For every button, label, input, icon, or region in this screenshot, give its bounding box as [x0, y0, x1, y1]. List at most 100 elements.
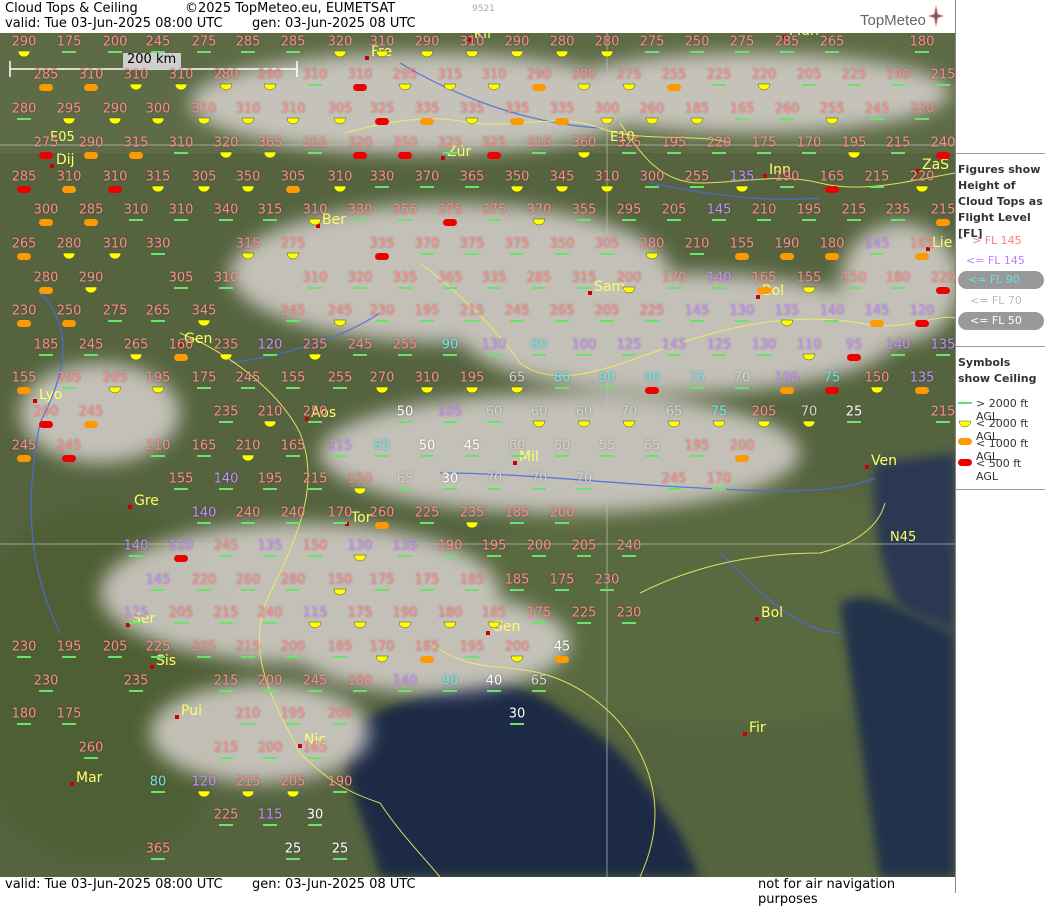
ceiling-symbol: [129, 690, 143, 692]
cloud-top-value: 245: [78, 404, 104, 420]
ceiling-symbol: [129, 219, 143, 221]
footer-valid-time: valid: Tue 03-Jun-2025 08:00 UTC: [5, 877, 223, 892]
cloud-top-value: 310: [213, 270, 239, 286]
cloud-top-value: 200: [526, 538, 552, 554]
legend-tops-item: <= FL 145: [966, 254, 1025, 267]
cloud-top-value: 290: [78, 270, 104, 286]
ceiling-symbol: [802, 420, 816, 428]
cloud-top-value: 235: [885, 202, 911, 218]
legend-tops-item: <= FL 50: [970, 314, 1022, 327]
ceiling-symbol: [174, 622, 188, 624]
cloud-top-value: 130: [481, 337, 507, 353]
ceiling-symbol: [915, 118, 929, 120]
cloud-top-value: 170: [661, 270, 687, 286]
ceiling-symbol: [667, 488, 681, 490]
legend-tops-title: Figures show Height of Cloud Tops as Fli…: [958, 163, 1043, 240]
cloud-top-value: 310: [302, 202, 328, 218]
legend-panel: Figures show Height of Cloud Tops as Fli…: [955, 0, 1045, 893]
cloud-top-value: 215: [930, 67, 955, 83]
cloud-top-value: 185: [504, 505, 530, 521]
cloud-top-value: 190: [774, 169, 800, 185]
cloud-top-value: 165: [909, 236, 935, 252]
cloud-top-value: 240: [616, 538, 642, 554]
cloud-top-value: 180: [347, 673, 373, 689]
ceiling-symbol: [735, 51, 749, 53]
city-label: Mar: [76, 770, 103, 786]
ceiling-symbol: [577, 420, 591, 428]
cloud-top-value: 370: [414, 169, 440, 185]
ceiling-symbol: [712, 219, 726, 221]
ceiling-symbol: [487, 354, 501, 356]
copyright: ©2025 TopMeteo.eu, EUMETSAT: [185, 1, 396, 16]
ceiling-symbol: [780, 387, 794, 394]
ceiling-symbol: [151, 858, 165, 860]
ceiling-symbol: [241, 454, 255, 462]
legend-tops-item: <= FL 90: [968, 273, 1020, 286]
cloud-top-value: 320: [347, 135, 373, 151]
cloud-top-value: 330: [145, 236, 171, 252]
ceiling-symbols-icon: [958, 402, 972, 466]
cloud-top-value: 215: [841, 202, 867, 218]
ceiling-symbol: [197, 51, 211, 53]
ceiling-symbol: [532, 152, 546, 154]
satellite-map[interactable]: 200 km E05 E10 N45 FreKliMunZürDijInnZaS…: [0, 33, 955, 877]
cloud-top-value: 230: [369, 303, 395, 319]
ceiling-symbol: [825, 186, 839, 193]
ceiling-symbol: [936, 287, 950, 294]
ceiling-symbol: [600, 185, 614, 193]
cloud-top-value: 250: [302, 404, 328, 420]
cloud-top-value: 235: [213, 404, 239, 420]
ceiling-symbol: [398, 287, 412, 289]
ceiling-symbol: [667, 287, 681, 289]
ceiling-symbol: [600, 455, 614, 457]
ceiling-symbol: [532, 690, 546, 692]
cloud-top-value: 230: [594, 572, 620, 588]
ceiling-symbol: [219, 219, 233, 221]
ceiling-symbol: [151, 589, 165, 591]
ceiling-symbol: [487, 421, 501, 423]
city-marker: [365, 56, 369, 60]
cloud-top-value: 90: [643, 370, 661, 386]
cloud-top-value: 90: [441, 337, 459, 353]
ceiling-symbol: [17, 50, 31, 58]
ceiling-symbol: [487, 83, 501, 91]
cloud-top-value: 350: [392, 135, 418, 151]
ceiling-symbol: [645, 252, 659, 260]
ceiling-symbol: [690, 320, 704, 322]
ceiling-symbol: [600, 50, 614, 58]
cloud-top-value: 275: [191, 34, 217, 50]
cloud-top-value: 280: [280, 572, 306, 588]
ceiling-symbol: [487, 219, 501, 221]
cloud-top-value: 170: [327, 505, 353, 521]
ceiling-symbol: [398, 421, 412, 423]
cloud-top-value: 200: [616, 270, 642, 286]
ceiling-symbol: [308, 488, 322, 490]
cloud-top-value: 285: [235, 34, 261, 50]
cloud-top-value: 155: [729, 236, 755, 252]
cloud-top-value: 65: [665, 404, 683, 420]
city-marker: [298, 744, 302, 748]
cloud-top-value: 245: [661, 471, 687, 487]
ceiling-symbol: [420, 320, 434, 322]
ceiling-symbol: [84, 354, 98, 356]
ceiling-symbol: [555, 185, 569, 193]
cloud-top-value: 340: [213, 202, 239, 218]
cloud-top-value: 60: [575, 404, 593, 420]
cloud-top-value: 310: [56, 169, 82, 185]
ceiling-symbol: [263, 488, 277, 490]
ceiling-symbol: [555, 522, 569, 524]
ceiling-symbol: [443, 287, 457, 289]
cloud-top-value: 200: [257, 673, 283, 689]
cloud-top-value: 190: [392, 605, 418, 621]
cloud-top-value: 330: [369, 169, 395, 185]
ceiling-symbol: [712, 354, 726, 356]
footer-generated-time: gen: 03-Jun-2025 08 UTC: [252, 877, 416, 892]
cloud-top-value: 175: [191, 370, 217, 386]
cloud-top-value: 170: [369, 639, 395, 655]
ceiling-symbol: [108, 386, 122, 394]
ceiling-symbol: [353, 354, 367, 356]
cloud-top-value: 345: [549, 169, 575, 185]
ceiling-symbol: [333, 50, 347, 58]
ceiling-symbol: [780, 319, 794, 327]
cloud-top-value: 245: [327, 303, 353, 319]
